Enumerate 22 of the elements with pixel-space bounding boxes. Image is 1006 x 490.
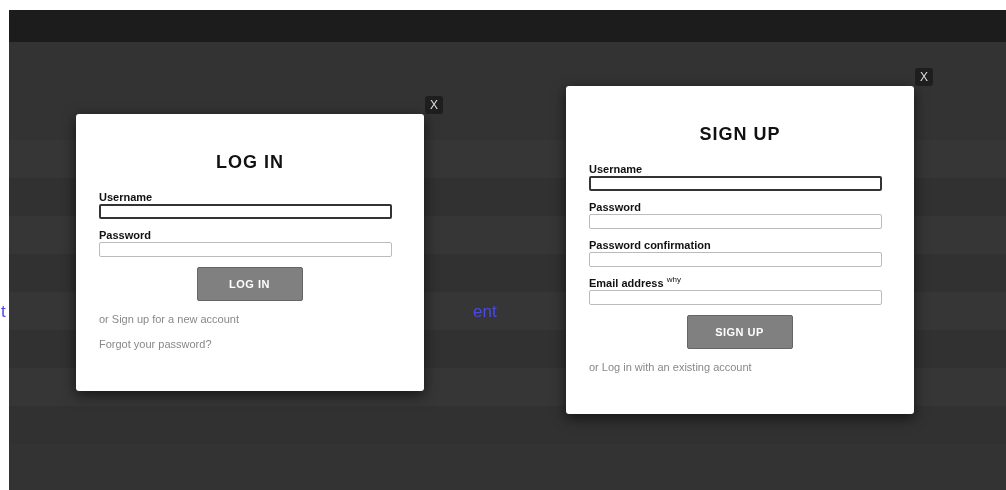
field-label: Username — [99, 191, 154, 204]
input-field[interactable] — [589, 214, 882, 229]
link[interactable]: or Sign up for a new account — [99, 313, 240, 325]
input-field[interactable] — [99, 242, 392, 257]
field-label: Email address $^{why}$ — [589, 277, 682, 290]
link-text[interactable]: t — [1, 302, 6, 322]
input-field[interactable] — [589, 290, 882, 305]
input-field[interactable] — [99, 204, 392, 219]
field-label: Password — [99, 229, 152, 242]
input-field[interactable] — [589, 252, 882, 267]
close-button[interactable]: X — [915, 68, 933, 86]
field-label: Password — [589, 201, 642, 214]
close-button[interactable]: X — [425, 96, 443, 114]
submit-button[interactable]: SIGN UP — [686, 315, 793, 349]
field-label: Username — [589, 163, 644, 176]
link[interactable]: or Log in with an existing account — [589, 361, 752, 373]
link[interactable]: Forgot your password? — [99, 338, 212, 350]
dialog-title: SIGN UP — [698, 124, 782, 145]
field-label: Password confirmation — [589, 239, 712, 252]
submit-button[interactable]: LOG IN — [196, 267, 303, 301]
input-field[interactable] — [589, 176, 882, 191]
dialog-title: LOG IN — [215, 152, 285, 173]
